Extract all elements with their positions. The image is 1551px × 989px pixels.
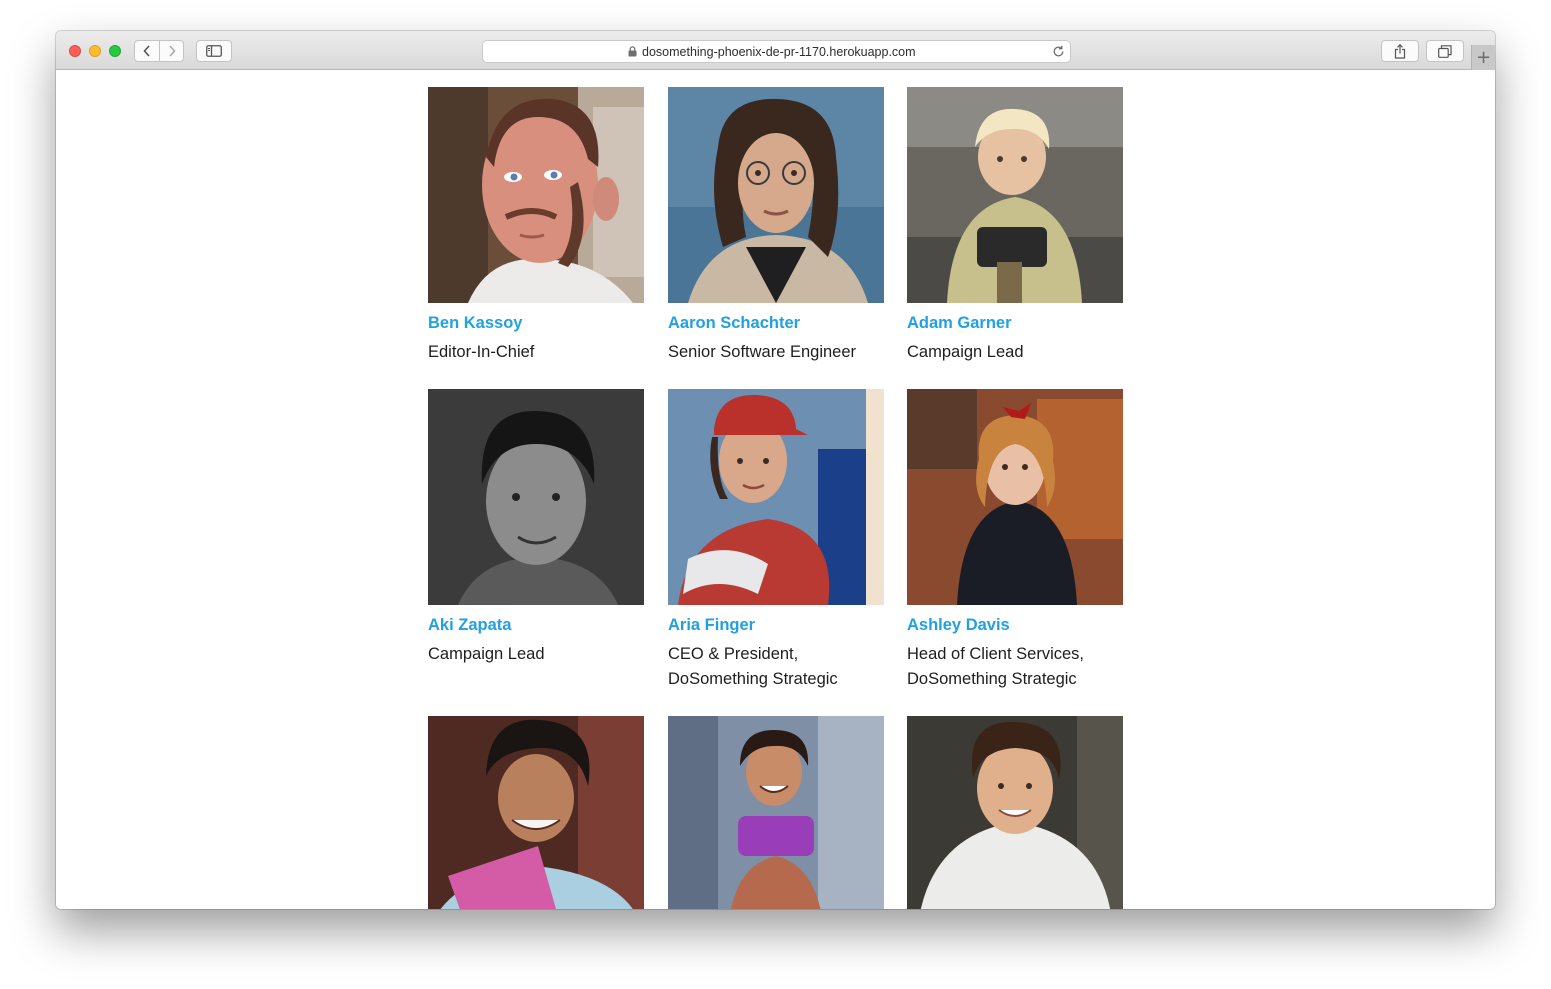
chevron-right-icon [168,45,176,57]
zoom-window-button[interactable] [109,45,121,57]
staff-role: CEO & President, DoSomething Strategic [668,645,838,688]
sidebar-toggle-button[interactable] [196,40,232,62]
staff-photo [668,716,884,909]
chevron-left-icon [143,45,150,57]
minimize-window-button[interactable] [89,45,101,57]
share-button[interactable] [1381,40,1419,62]
share-icon [1394,43,1406,59]
sidebar-icon [206,45,222,57]
staff-role: Campaign Lead [428,645,545,663]
staff-role: Editor-In-Chief [428,343,535,361]
staff-photo [668,389,884,605]
staff-name-link[interactable]: Ben Kassoy [428,314,522,333]
back-button[interactable] [135,41,159,61]
url-text: dosomething-phoenix-de-pr-1170.herokuapp… [642,45,916,59]
browser-window: dosomething-phoenix-de-pr-1170.herokuapp… [56,31,1495,909]
staff-photo [907,87,1123,303]
page-content: Ben Kassoy Editor-In-Chief Aaron Schacht… [56,70,1495,909]
staff-name-link[interactable]: Adam Garner [907,314,1012,333]
forward-button[interactable] [159,41,183,61]
staff-photo [428,716,644,909]
staff-photo [428,389,644,605]
tabs-overview-icon [1438,44,1452,58]
lock-icon [628,46,637,57]
staff-photo [907,389,1123,605]
new-tab-button[interactable]: + [1471,45,1495,70]
staff-photo [907,716,1123,909]
staff-role: Campaign Lead [907,343,1024,361]
staff-role: Senior Software Engineer [668,343,857,361]
staff-role: Head of Client Services, DoSomething Str… [907,645,1084,688]
staff-name-link[interactable]: Aaron Schachter [668,314,800,333]
reload-icon[interactable] [1052,45,1065,58]
close-window-button[interactable] [69,45,81,57]
title-bar: dosomething-phoenix-de-pr-1170.herokuapp… [56,31,1495,70]
staff-photo [428,87,644,303]
show-all-tabs-button[interactable] [1426,40,1464,62]
staff-name-link[interactable]: Aki Zapata [428,616,511,635]
navigation-buttons [134,40,184,62]
staff-name-link[interactable]: Aria Finger [668,616,755,635]
staff-name-link[interactable]: Ashley Davis [907,616,1010,635]
address-bar[interactable]: dosomething-phoenix-de-pr-1170.herokuapp… [482,40,1071,63]
staff-photo [668,87,884,303]
